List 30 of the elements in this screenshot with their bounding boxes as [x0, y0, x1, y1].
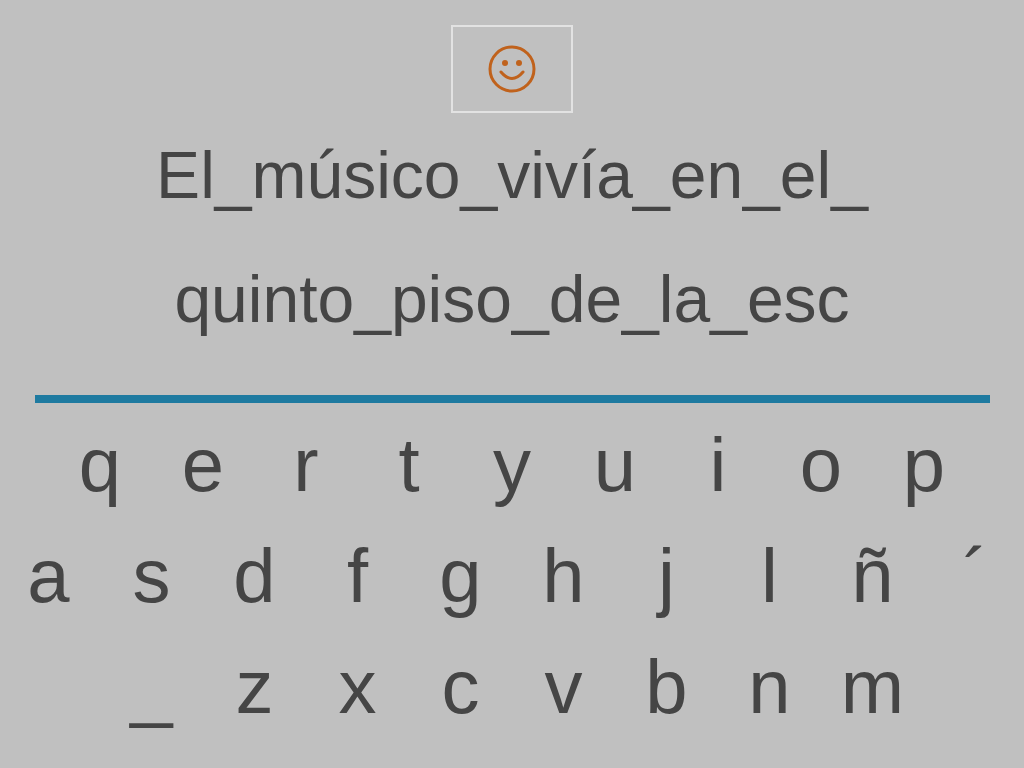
letter-key[interactable]: ´	[962, 530, 989, 621]
letter-key[interactable]: g	[439, 530, 482, 621]
letter-key[interactable]: j	[658, 530, 675, 621]
letter-key[interactable]: x	[338, 641, 377, 732]
letter-key[interactable]: v	[544, 641, 583, 732]
smiley-icon	[487, 44, 537, 94]
letter-key[interactable]: l	[761, 530, 778, 621]
letter-key[interactable]: m	[840, 641, 905, 732]
letter-key[interactable]: c	[441, 641, 480, 732]
letter-key[interactable]: _	[130, 641, 173, 732]
letter-key[interactable]: u	[593, 419, 637, 510]
letter-key[interactable]: t	[398, 419, 420, 510]
letter-key[interactable]: f	[346, 530, 369, 621]
letter-key[interactable]: z	[235, 641, 274, 732]
letter-key[interactable]: a	[27, 530, 70, 621]
letter-key[interactable]: d	[233, 530, 276, 621]
letter-key[interactable]: y	[493, 419, 531, 510]
sentence-line: quinto_piso_de_la_esc	[174, 261, 850, 338]
letter-key[interactable]: o	[799, 419, 843, 510]
letter-key[interactable]: b	[645, 641, 688, 732]
sentence-line: El_músico_vivía_en_el_	[156, 137, 868, 214]
letter-key[interactable]: i	[709, 419, 727, 510]
letter-key[interactable]: r	[293, 419, 319, 510]
letter-key[interactable]: n	[748, 641, 791, 732]
letter-key[interactable]: q	[78, 419, 122, 510]
letter-key[interactable]: h	[542, 530, 585, 621]
letter-key[interactable]: s	[132, 530, 171, 621]
letter-key[interactable]: ñ	[851, 530, 894, 621]
letter-key[interactable]: e	[181, 419, 225, 510]
letter-key[interactable]: p	[902, 419, 946, 510]
